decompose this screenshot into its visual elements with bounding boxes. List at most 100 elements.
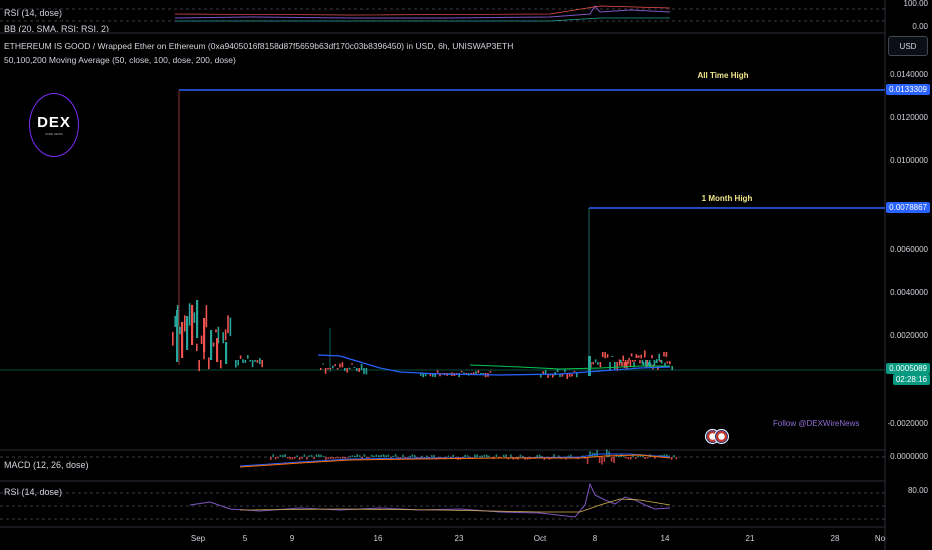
time-label: 14 [660, 534, 670, 543]
macd-bar [622, 455, 625, 457]
logo-text: DEX [37, 114, 71, 131]
dex-logo: DEX WIRE NEWS [29, 93, 79, 157]
time-label: 28 [830, 534, 840, 543]
macd-bar [296, 455, 298, 457]
macd-bar [358, 455, 361, 457]
candle [242, 359, 244, 364]
macd-bar [625, 457, 627, 459]
ma-indicator-label[interactable]: 50,100,200 Moving Average (50, close, 10… [4, 55, 236, 65]
candle [193, 312, 196, 323]
macd-bar [426, 455, 428, 457]
candle [254, 360, 256, 362]
chart-canvas[interactable] [0, 0, 932, 550]
candle [641, 360, 644, 365]
candle [640, 354, 642, 359]
top-rsi-line [174, 5, 671, 19]
candle [477, 370, 480, 374]
candle [208, 357, 210, 370]
candle [588, 356, 591, 376]
macd-bar [421, 455, 423, 457]
candle [205, 305, 208, 328]
macd-axis-zero: 0.0000000 [890, 452, 928, 461]
top-bb-label[interactable]: BB (20, SMA, RSI: RSI, 2) [4, 24, 109, 32]
time-label: 16 [373, 534, 383, 543]
macd-bar [627, 457, 630, 460]
candle [239, 355, 242, 359]
macd-bar [382, 454, 385, 457]
price-tick: -0.0020000 [887, 419, 928, 428]
candle [656, 359, 658, 364]
price-tick: 0.0120000 [890, 113, 928, 122]
candle [196, 300, 199, 338]
flag-icon[interactable] [714, 429, 729, 444]
candle [659, 360, 661, 362]
candle [606, 354, 609, 358]
candle [658, 353, 660, 361]
candle [329, 368, 332, 370]
candle [632, 360, 634, 362]
macd-bar [644, 457, 646, 459]
candle [200, 335, 203, 345]
macd-bar [291, 457, 294, 460]
candle [594, 359, 597, 363]
candle [654, 361, 657, 363]
rsi-label[interactable]: RSI (14, dose) [4, 487, 62, 497]
candle [247, 355, 249, 359]
macd-bar [313, 457, 315, 460]
time-label: Sep [190, 534, 206, 543]
macd-bar [646, 457, 649, 459]
macd-bar [370, 454, 373, 457]
time-label: 9 [289, 534, 295, 543]
top-axis-100: 100.00 [903, 0, 928, 8]
macd-bar [363, 454, 366, 457]
candle [353, 366, 356, 369]
candle [564, 369, 566, 373]
macd-bar [481, 455, 483, 457]
candle [597, 362, 599, 365]
macd-bar [502, 454, 505, 457]
candle [224, 329, 227, 341]
top-rsi-label[interactable]: RSI (14, dose) [4, 8, 62, 18]
macd-bar [303, 454, 306, 457]
candle [671, 366, 673, 370]
macd-bar [351, 455, 354, 457]
candle [629, 360, 632, 367]
price-tick: 0.0140000 [890, 70, 928, 79]
macd-bar [368, 457, 370, 459]
candle [212, 342, 215, 347]
macd-bar [378, 455, 380, 457]
candle [363, 368, 365, 375]
macd-bar [610, 457, 613, 462]
ath-annotation[interactable]: All Time High [698, 71, 749, 80]
candle [614, 362, 616, 371]
candle [571, 374, 573, 377]
candle [663, 352, 665, 357]
candle [249, 360, 251, 362]
candle [188, 303, 191, 326]
candle [458, 373, 460, 378]
macd-bar [488, 455, 490, 457]
macd-label[interactable]: MACD (12, 26, dose) [4, 460, 89, 470]
macd-bar [430, 455, 433, 457]
candle [602, 352, 604, 358]
macd-bar [601, 457, 603, 465]
candle [351, 363, 353, 365]
candle [334, 364, 336, 367]
macd-bar [373, 455, 375, 457]
currency-button[interactable]: USD [888, 36, 928, 56]
macd-bar [284, 454, 286, 457]
macd-bar [409, 455, 411, 457]
macd-bar [294, 457, 296, 459]
macd-bar [538, 454, 541, 457]
candle [259, 358, 261, 365]
candle [324, 368, 327, 374]
macd-bar [318, 454, 320, 457]
macd-bar [387, 454, 390, 457]
price-tick: 0.0020000 [890, 331, 928, 340]
month-high-annotation[interactable]: 1 Month High [702, 194, 753, 203]
macd-bar [474, 454, 476, 457]
candle [611, 356, 614, 358]
candle [322, 363, 324, 365]
macd-bar [277, 457, 279, 459]
chart-title: ETHEREUM IS GOOD / Wrapped Ether on Ethe… [4, 41, 514, 51]
